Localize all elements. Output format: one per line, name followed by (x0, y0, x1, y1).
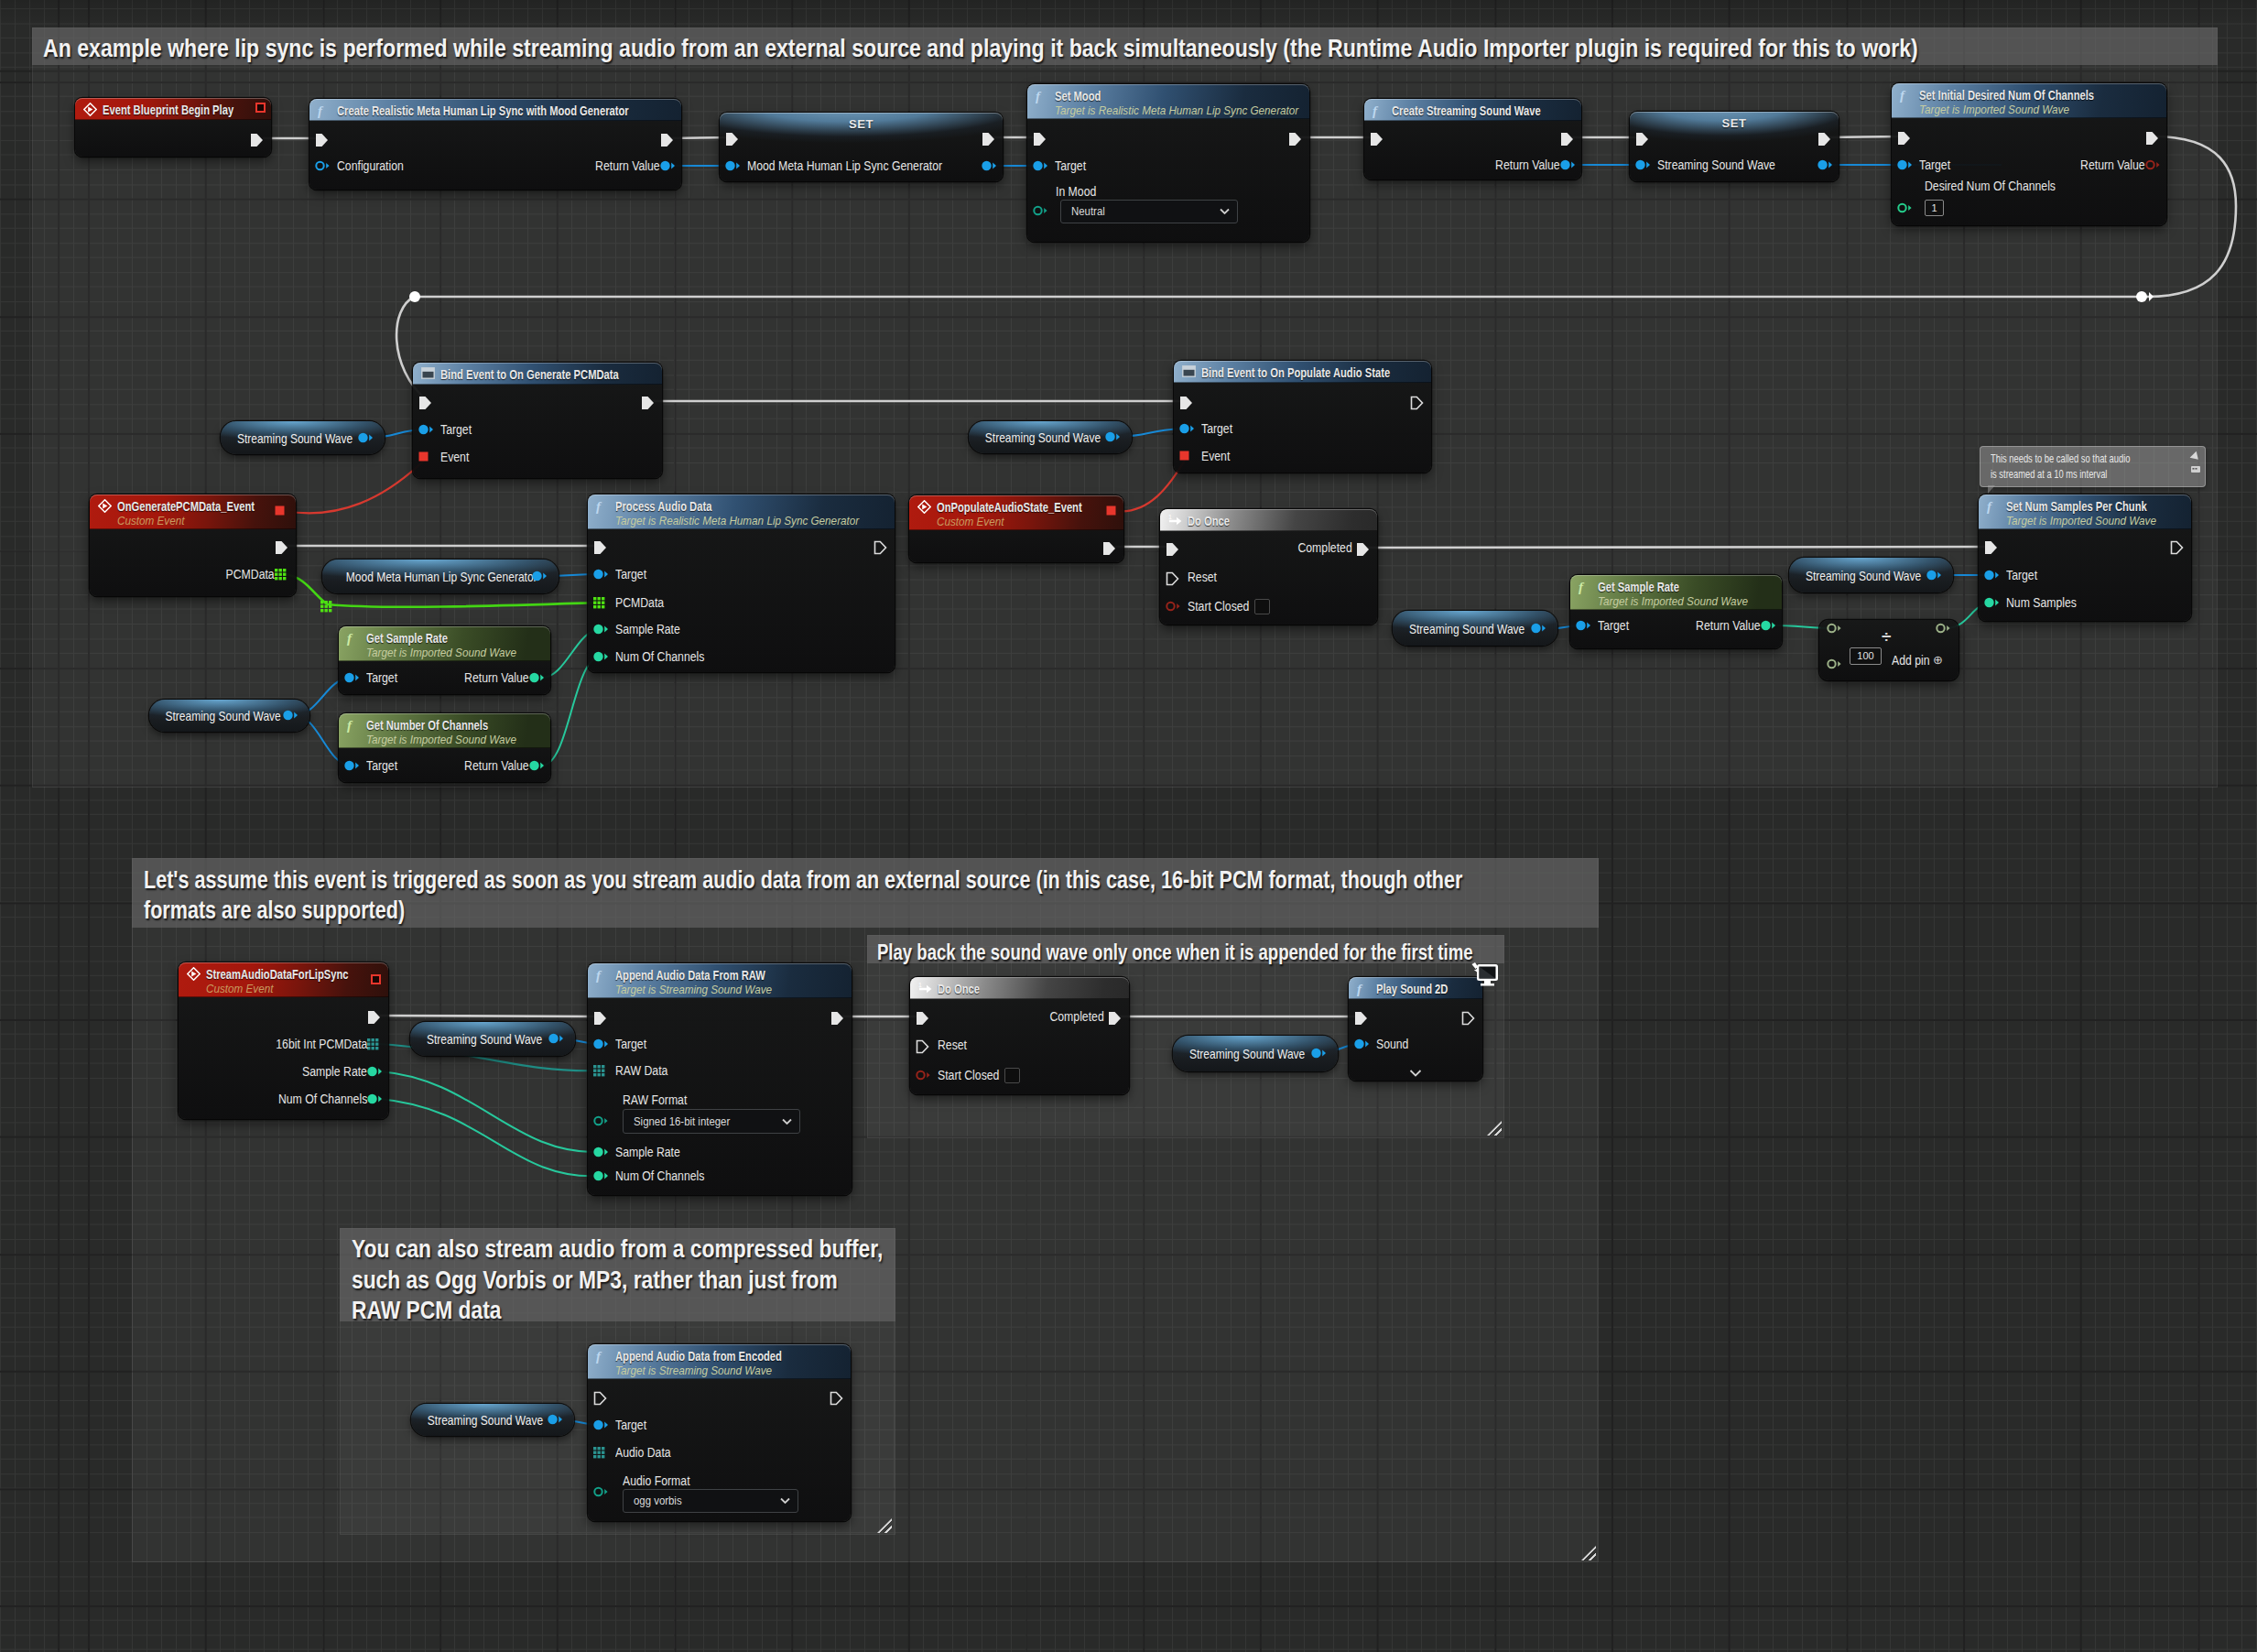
svg-text:1: 1 (918, 982, 922, 988)
svg-text:1: 1 (1168, 514, 1172, 520)
